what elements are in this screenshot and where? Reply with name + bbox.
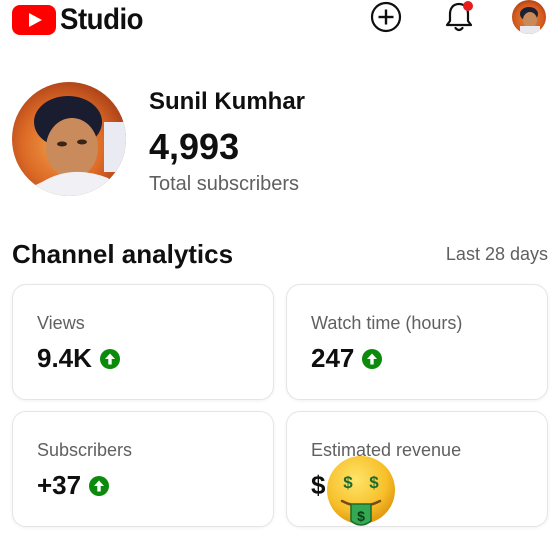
- watch-time-card[interactable]: Watch time (hours) 247: [286, 284, 548, 400]
- card-value-row: +37: [37, 470, 110, 501]
- subscriber-label: Total subscribers: [149, 173, 300, 195]
- card-label: Watch time (hours): [311, 313, 463, 333]
- channel-name: Sunil Kumhar: [149, 88, 306, 115]
- create-plus-icon: [370, 1, 402, 33]
- create-button[interactable]: [369, 0, 403, 34]
- card-label: Views: [37, 313, 85, 333]
- top-bar: Studio: [0, 0, 560, 40]
- account-avatar-image: [512, 0, 546, 34]
- youtube-studio-logo[interactable]: Studio: [12, 3, 150, 37]
- card-value: 247: [311, 343, 355, 373]
- card-value: 9.4K: [37, 343, 92, 373]
- notifications-button[interactable]: [443, 0, 475, 34]
- subscriber-count: 4,993: [149, 126, 240, 167]
- subscribers-card[interactable]: Subscribers +37: [12, 411, 274, 527]
- money-mouth-face-icon: $ $ $: [327, 456, 395, 526]
- trend-up-icon: [362, 348, 383, 369]
- app-name: Studio: [60, 3, 144, 36]
- notification-dot: [463, 1, 473, 11]
- trend-up-icon: [89, 475, 110, 496]
- analytics-title: Channel analytics: [12, 239, 234, 269]
- account-avatar[interactable]: [512, 0, 546, 34]
- card-label: Subscribers: [37, 440, 133, 460]
- analytics-date-range[interactable]: Last 28 days: [446, 244, 548, 265]
- youtube-logo-icon: [12, 5, 56, 35]
- svg-text:$: $: [369, 473, 379, 492]
- channel-avatar[interactable]: [12, 82, 126, 196]
- trend-up-icon: [99, 348, 120, 369]
- card-value-row: 9.4K: [37, 343, 120, 374]
- channel-avatar-image: [12, 82, 126, 196]
- views-card[interactable]: Views 9.4K: [12, 284, 274, 400]
- card-value: +37: [37, 470, 82, 500]
- svg-text:$: $: [357, 508, 365, 524]
- card-value-row: 247: [311, 343, 383, 374]
- svg-text:$: $: [343, 473, 353, 492]
